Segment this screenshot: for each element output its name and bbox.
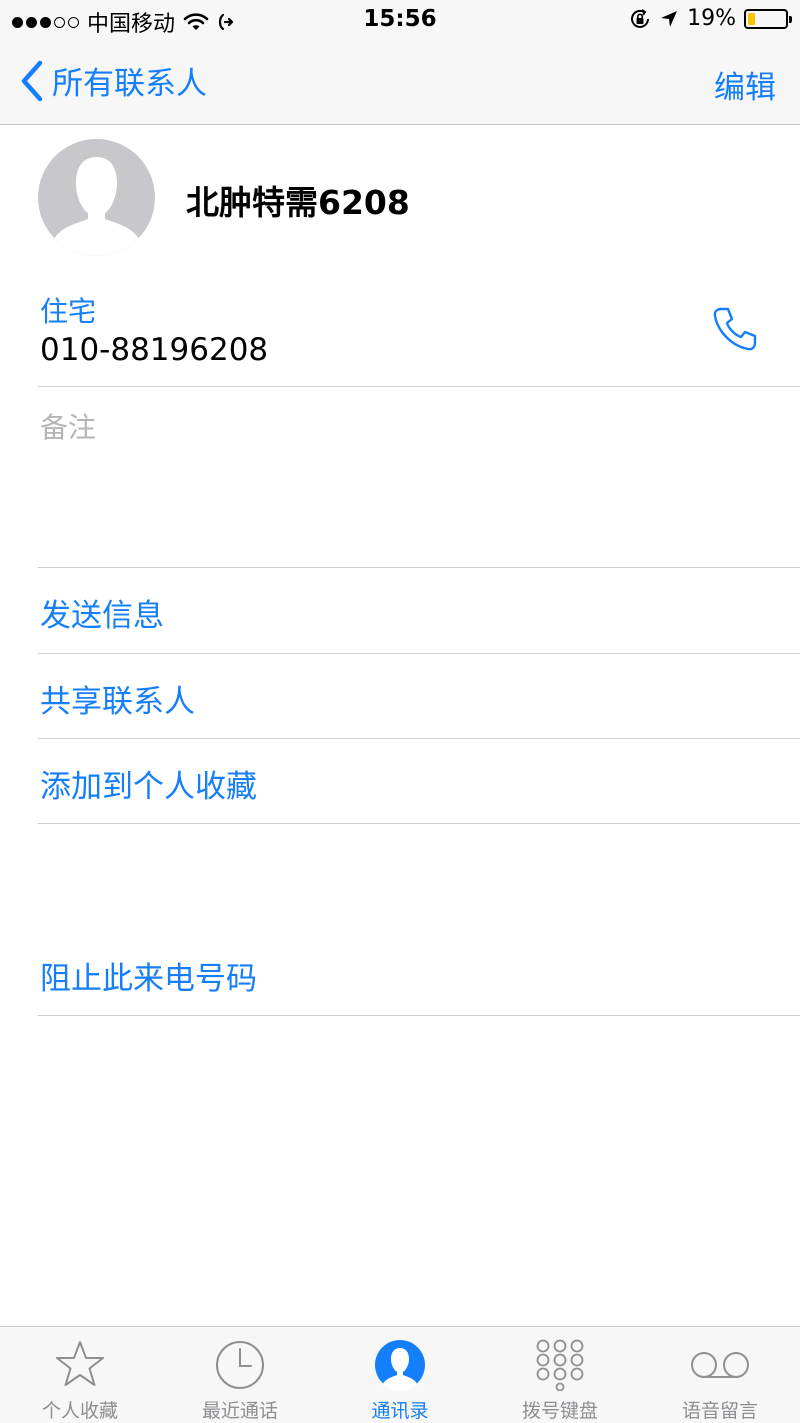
status-right: 19% — [629, 6, 792, 31]
divider — [38, 567, 800, 568]
location-icon — [661, 10, 678, 27]
contacts-icon — [375, 1340, 425, 1391]
tab-label: 通讯录 — [371, 1400, 429, 1422]
add-to-favorites-button[interactable]: 添加到个人收藏 — [40, 761, 257, 806]
clock-icon — [216, 1341, 264, 1389]
divider — [38, 386, 800, 387]
tab-keypad[interactable]: 拨号键盘 — [480, 1327, 640, 1423]
contact-name: 北肿特需6208 — [186, 183, 410, 222]
navigation-bar: 所有联系人 编辑 — [0, 40, 800, 125]
tab-bar: 个人收藏 最近通话 通讯录 拨号键盘 语音留言 — [0, 1326, 800, 1423]
edit-button[interactable]: 编辑 — [714, 62, 776, 107]
block-caller-button[interactable]: 阻止此来电号码 — [40, 953, 257, 998]
divider — [38, 823, 800, 824]
phone-icon[interactable] — [710, 304, 760, 354]
tab-contacts[interactable]: 通讯录 — [320, 1327, 480, 1423]
voicemail-icon — [691, 1352, 749, 1378]
tab-voicemail[interactable]: 语音留言 — [640, 1327, 800, 1423]
star-icon — [56, 1341, 104, 1386]
back-button[interactable]: 所有联系人 — [20, 58, 207, 103]
divider — [38, 1015, 800, 1016]
phone-number[interactable]: 010-88196208 — [40, 332, 268, 368]
divider — [38, 653, 800, 654]
battery-fill — [748, 12, 755, 25]
avatar — [38, 139, 155, 256]
tab-recents[interactable]: 最近通话 — [160, 1327, 320, 1423]
share-contact-button[interactable]: 共享联系人 — [40, 676, 195, 721]
tab-favorites[interactable]: 个人收藏 — [0, 1327, 160, 1423]
battery-icon — [744, 8, 792, 29]
battery-percent: 19% — [687, 6, 736, 31]
notes-field[interactable]: 备注 — [40, 406, 96, 446]
tab-label: 语音留言 — [681, 1400, 758, 1422]
status-bar: 中国移动 15:56 19% — [0, 0, 800, 40]
orientation-lock-icon — [631, 8, 650, 28]
person-silhouette-icon — [52, 157, 141, 256]
divider — [38, 738, 800, 739]
tab-label: 最近通话 — [201, 1400, 278, 1422]
back-label: 所有联系人 — [52, 66, 207, 102]
keypad-icon — [536, 1339, 584, 1391]
phone-label: 住宅 — [40, 295, 97, 328]
tab-label: 个人收藏 — [41, 1400, 118, 1422]
send-message-button[interactable]: 发送信息 — [40, 590, 164, 635]
chevron-left-icon — [21, 60, 43, 101]
tab-label: 拨号键盘 — [521, 1400, 598, 1422]
